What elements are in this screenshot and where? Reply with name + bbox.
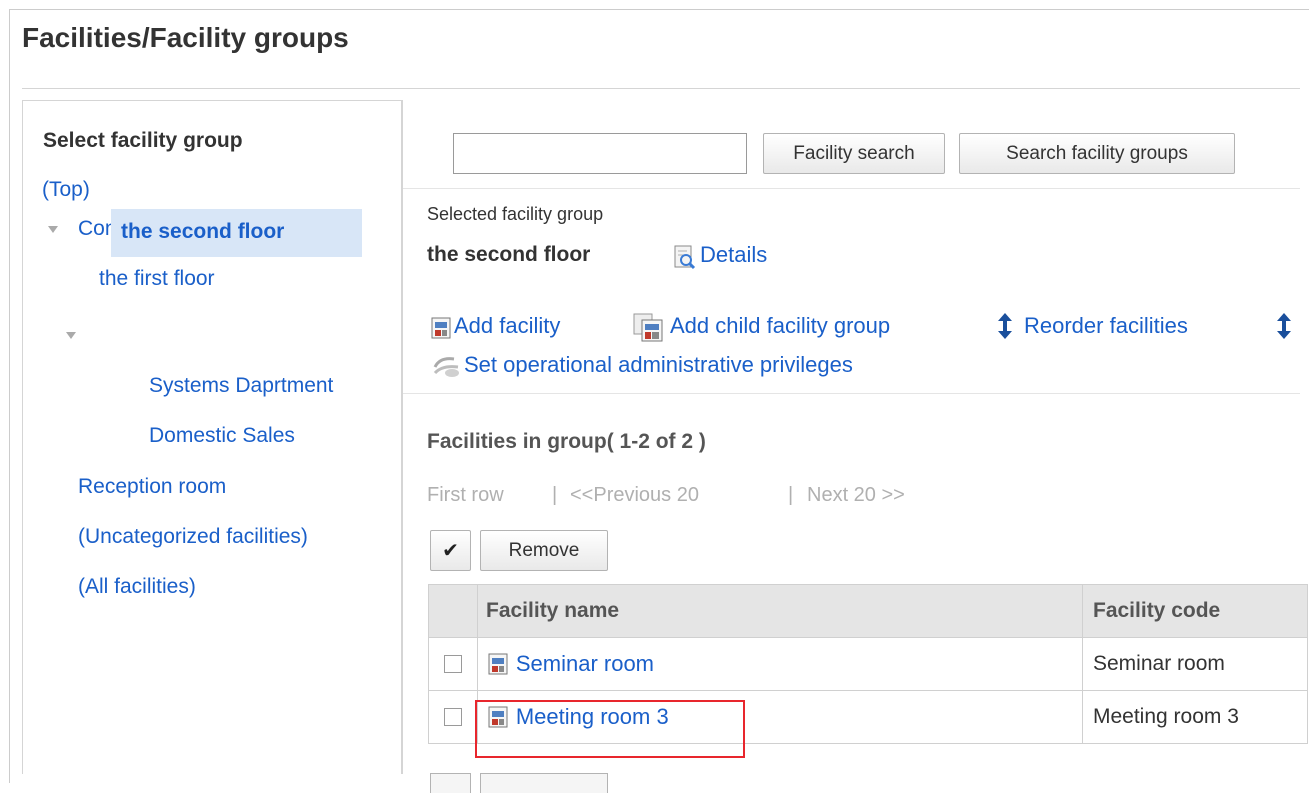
- pagination-previous: <<Previous 20: [570, 484, 699, 506]
- search-input[interactable]: [453, 133, 747, 174]
- pane-divider: [402, 100, 403, 774]
- facility-name-cell: Meeting room 3: [477, 690, 1083, 744]
- tree-item-second-floor-label: the second floor: [121, 220, 285, 243]
- expand-arrow-icon[interactable]: [66, 332, 76, 339]
- column-facility-name: Facility name: [477, 584, 1083, 638]
- tree-item-second-floor-selected[interactable]: the second floor: [111, 209, 362, 257]
- facility-name-link[interactable]: Seminar room: [516, 651, 654, 676]
- facility-name-link[interactable]: Meeting room 3: [516, 704, 669, 729]
- facility-group-icon: [632, 313, 666, 343]
- pagination-next: Next 20 >>: [807, 484, 905, 506]
- tree-item-all-facilities[interactable]: (All facilities): [78, 575, 196, 599]
- tree-item-domestic-sales[interactable]: Domestic Sales: [149, 424, 295, 448]
- remove-button-bottom[interactable]: [480, 773, 608, 793]
- details-icon[interactable]: [672, 244, 698, 270]
- tree-heading: Select facility group: [43, 129, 243, 152]
- tree-item-uncategorized[interactable]: (Uncategorized facilities): [78, 525, 308, 549]
- facilities-table: Facility name Facility code Seminar room: [428, 584, 1308, 744]
- facility-search-button[interactable]: Facility search: [763, 133, 945, 174]
- details-link[interactable]: Details: [700, 242, 767, 268]
- facility-icon: [488, 705, 510, 729]
- column-facility-code: Facility code: [1082, 584, 1308, 638]
- facility-name-cell: Seminar room: [477, 637, 1083, 691]
- section-divider: [403, 393, 1300, 394]
- selected-group-value: the second floor: [427, 243, 591, 266]
- facility-icon: [488, 652, 510, 676]
- remove-button[interactable]: Remove: [480, 530, 608, 571]
- search-facility-groups-button[interactable]: Search facility groups: [959, 133, 1235, 174]
- tree-item-reception-room[interactable]: Reception room: [78, 475, 226, 499]
- header-checkbox-cell: [428, 584, 478, 638]
- check-all-button-bottom[interactable]: [430, 773, 471, 793]
- tree-item-first-floor[interactable]: the first floor: [99, 267, 215, 291]
- row-checkbox-cell: [428, 637, 478, 691]
- row-checkbox[interactable]: [444, 655, 462, 674]
- add-facility-link[interactable]: Add facility: [454, 313, 560, 339]
- facility-group-tree-pane: Select facility group (Top) Conference r…: [22, 100, 402, 774]
- toolbar-divider: [403, 188, 1300, 189]
- check-all-button[interactable]: ✔: [430, 530, 471, 571]
- tree-item-systems-department[interactable]: Systems Daprtment: [149, 374, 333, 398]
- expand-arrow-icon[interactable]: [48, 226, 58, 233]
- table-row: Meeting room 3 Meeting room 3: [428, 690, 1308, 744]
- row-checkbox[interactable]: [444, 708, 462, 727]
- facility-code-cell: Seminar room: [1082, 637, 1308, 691]
- page-title: Facilities/Facility groups: [22, 22, 349, 53]
- pagination-first-row: First row: [427, 484, 504, 506]
- facility-code-cell: Meeting room 3: [1082, 690, 1308, 744]
- table-header-row: Facility name Facility code: [428, 584, 1308, 638]
- add-child-facility-group-link[interactable]: Add child facility group: [670, 313, 890, 339]
- facilities-count-heading: Facilities in group( 1-2 of 2 ): [427, 430, 706, 453]
- reorder-arrows-icon: [996, 312, 1014, 340]
- facility-icon: [431, 316, 453, 340]
- reorder-facilities-link[interactable]: Reorder facilities: [1024, 313, 1188, 339]
- privileges-icon: [432, 353, 462, 379]
- pagination-separator: |: [788, 484, 794, 506]
- title-divider: [22, 88, 1300, 89]
- row-checkbox-cell: [428, 690, 478, 744]
- selected-group-label: Selected facility group: [427, 204, 604, 224]
- reorder-arrows-icon[interactable]: [1275, 312, 1293, 340]
- set-privileges-link[interactable]: Set operational administrative privilege…: [464, 352, 853, 378]
- table-row: Seminar room Seminar room: [428, 637, 1308, 691]
- pagination-separator: |: [552, 484, 558, 506]
- tree-top-link[interactable]: (Top): [42, 178, 90, 202]
